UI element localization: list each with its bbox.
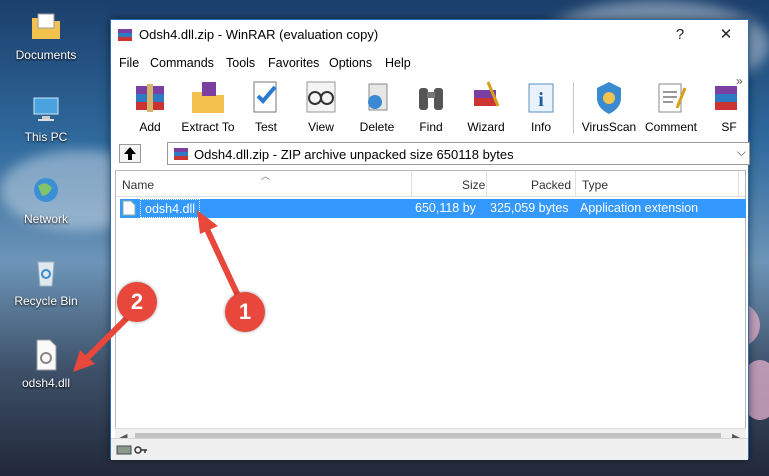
- desktop-icon-label: Network: [23, 212, 68, 226]
- annotation-marker-2: 2: [117, 282, 157, 322]
- test-button[interactable]: Test: [238, 78, 294, 134]
- binoculars-icon: [419, 88, 443, 110]
- sort-caret-icon: ︿: [261, 171, 271, 181]
- globe-icon: [34, 178, 58, 202]
- archive-path-field[interactable]: Odsh4.dll.zip - ZIP archive unpacked siz…: [167, 142, 750, 165]
- winrar-app-icon: [118, 29, 132, 41]
- drive-icon: [116, 445, 132, 455]
- chevron-down-icon[interactable]: ⌵: [737, 145, 746, 160]
- toolbar-label: View: [308, 120, 334, 134]
- info-button[interactable]: i Info: [513, 78, 569, 134]
- menu-options[interactable]: Options: [329, 56, 372, 70]
- menu-help[interactable]: Help: [385, 56, 411, 70]
- desktop-icon-recycle-bin[interactable]: Recycle Bin: [6, 256, 86, 308]
- title-bar[interactable]: Odsh4.dll.zip - WinRAR (evaluation copy)…: [111, 20, 748, 50]
- sfx-button[interactable]: SF: [701, 78, 741, 134]
- menu-commands[interactable]: Commands: [150, 56, 214, 70]
- delete-bin-icon: [368, 83, 388, 111]
- menu-favorites[interactable]: Favorites: [268, 56, 319, 70]
- dll-file-icon: [36, 339, 57, 371]
- menu-file[interactable]: File: [119, 56, 139, 70]
- column-divider[interactable]: [486, 171, 487, 197]
- toolbar-label: Find: [419, 120, 443, 134]
- dll-file-icon: [122, 200, 136, 216]
- key-icon: [134, 446, 147, 454]
- menu-bar: File Commands Tools Favorites Options He…: [111, 52, 748, 74]
- virusscan-icon: [597, 82, 621, 114]
- table-row[interactable]: odsh4.dll 650,118 by 325,059 bytes Appli…: [120, 199, 746, 218]
- column-header-packed[interactable]: Packed: [531, 178, 571, 192]
- column-divider[interactable]: [738, 171, 739, 197]
- column-header-type[interactable]: Type: [582, 178, 608, 192]
- toolbar-label: SF: [721, 120, 737, 134]
- toolbar-label: Wizard: [467, 120, 505, 134]
- status-bar: [111, 438, 748, 460]
- toolbar-label: Delete: [359, 120, 395, 134]
- annotation-marker-1: 1: [225, 292, 265, 332]
- computer-icon: [33, 97, 59, 121]
- close-button[interactable]: ✕: [704, 20, 748, 50]
- folder-icon: [32, 13, 60, 39]
- toolbar-label: Info: [530, 120, 551, 134]
- column-divider[interactable]: [575, 171, 576, 197]
- menu-tools[interactable]: Tools: [226, 56, 255, 70]
- view-button[interactable]: View: [293, 78, 349, 134]
- toolbar-label: Add: [139, 120, 161, 134]
- winrar-window: Odsh4.dll.zip - WinRAR (evaluation copy)…: [110, 19, 750, 460]
- archive-icon: [174, 148, 188, 160]
- sfx-icon: [715, 86, 737, 110]
- column-header-name[interactable]: Name: [122, 178, 154, 192]
- extract-folder-icon: [192, 82, 224, 113]
- file-list: ︿ Name Size Packed Type odsh4.dll 650,11…: [115, 170, 746, 432]
- info-icon: i: [528, 83, 554, 113]
- toolbar-label: Test: [254, 120, 277, 134]
- test-checklist-icon: [253, 81, 277, 113]
- column-divider[interactable]: [411, 171, 412, 197]
- file-type: Application extension: [580, 201, 699, 215]
- desktop-icon-label: This PC: [24, 130, 68, 144]
- column-header-size[interactable]: Size: [462, 178, 485, 192]
- wizard-button[interactable]: Wizard: [458, 78, 514, 134]
- virusscan-button[interactable]: VirusScan: [579, 78, 639, 134]
- add-archive-icon: [136, 84, 164, 112]
- toolbar-label: Extract To: [181, 120, 235, 134]
- file-name-cell[interactable]: odsh4.dll: [140, 199, 201, 218]
- view-glasses-icon: [306, 81, 336, 113]
- delete-button[interactable]: Delete: [349, 78, 405, 134]
- window-title: Odsh4.dll.zip - WinRAR (evaluation copy): [139, 27, 379, 42]
- toolbar-separator: [573, 82, 574, 134]
- up-arrow-icon: [124, 147, 136, 160]
- list-header: ︿ Name Size Packed Type: [116, 171, 745, 197]
- desktop-icon-this-pc[interactable]: This PC: [6, 92, 86, 144]
- toolbar: Add Extract To Test View Delete Find Wiz…: [111, 74, 748, 138]
- address-bar: Odsh4.dll.zip - ZIP archive unpacked siz…: [111, 140, 750, 166]
- recycle-bin-icon: [37, 261, 55, 287]
- toolbar-label: Comment: [644, 120, 697, 134]
- desktop-icon-network[interactable]: Network: [6, 174, 86, 226]
- help-button[interactable]: ?: [658, 20, 702, 50]
- desktop-icon-label: odsh4.dll: [21, 376, 71, 390]
- file-packed-size: 325,059 bytes: [490, 201, 569, 215]
- up-folder-button[interactable]: [119, 144, 141, 163]
- wizard-icon: [474, 81, 500, 107]
- add-button[interactable]: Add: [122, 78, 178, 134]
- toolbar-label: VirusScan: [581, 120, 637, 134]
- desktop-icon-odsh4-dll[interactable]: odsh4.dll: [6, 338, 86, 390]
- desktop-icon-documents[interactable]: Documents: [6, 10, 86, 62]
- toolbar-overflow-button[interactable]: »: [736, 74, 743, 88]
- svg-text:i: i: [538, 89, 544, 111]
- file-size: 650,118 by: [415, 201, 476, 215]
- comment-icon: [658, 83, 687, 113]
- desktop-icon-label: Documents: [15, 48, 77, 62]
- archive-path-text: Odsh4.dll.zip - ZIP archive unpacked siz…: [194, 147, 514, 162]
- find-button[interactable]: Find: [403, 78, 459, 134]
- file-name: odsh4.dll: [145, 202, 196, 216]
- desktop-icon-label: Recycle Bin: [14, 294, 78, 308]
- comment-button[interactable]: Comment: [643, 78, 699, 134]
- extract-to-button[interactable]: Extract To: [180, 78, 236, 134]
